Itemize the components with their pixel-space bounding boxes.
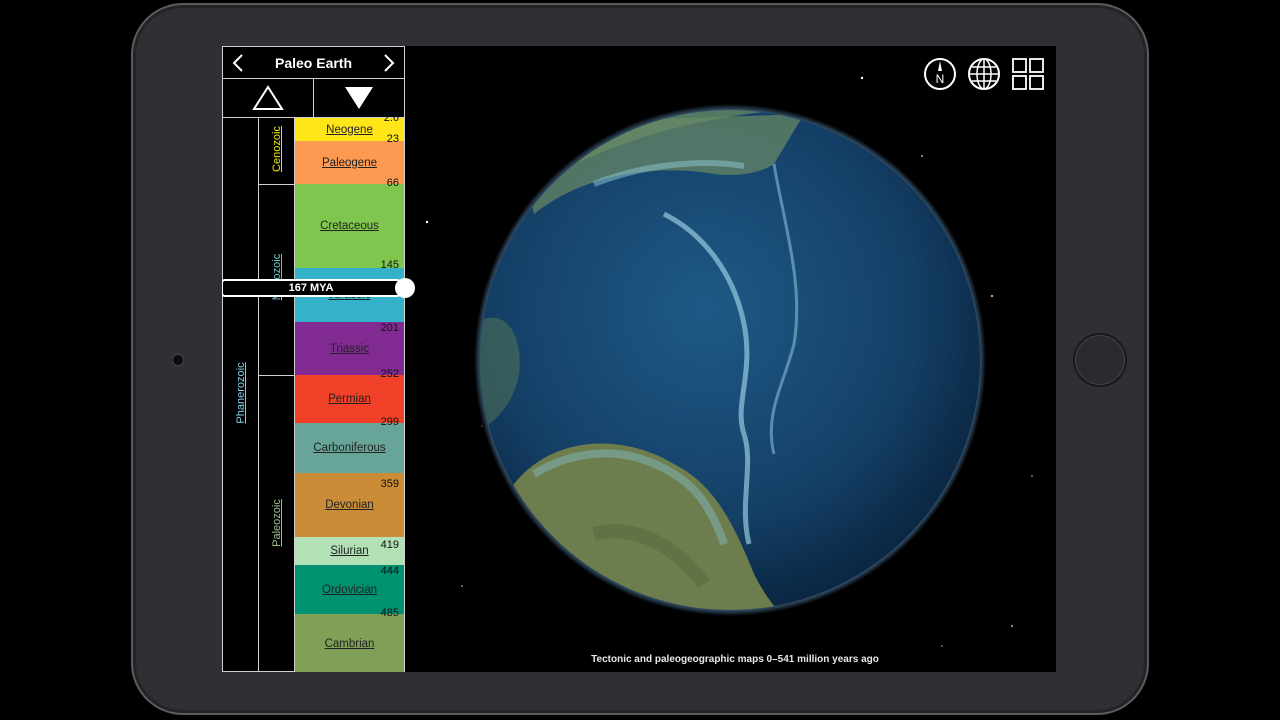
boundary-age-label: 2.6 — [383, 112, 399, 124]
paleo-globe[interactable] — [474, 104, 986, 616]
time-slider-label: 167 MYA — [288, 282, 334, 294]
chevron-right-icon[interactable] — [374, 47, 404, 78]
time-slider[interactable]: 167 MYA — [222, 279, 401, 297]
eon-label[interactable]: Phanerozoic — [235, 361, 247, 425]
boundary-age-label: 444 — [380, 565, 399, 577]
scroll-up-button[interactable] — [223, 79, 314, 117]
era-separator — [259, 375, 295, 376]
boundary-age-label: 66 — [386, 177, 399, 189]
camera — [172, 354, 184, 366]
eon-column-divider — [258, 118, 259, 671]
triangle-down-filled-icon — [345, 87, 373, 109]
geologic-timescale: Paleo Earth Phanerozoic Cenozoic Mesozoi… — [222, 46, 415, 672]
boundary-age-label: 201 — [380, 322, 399, 334]
era-label-mesozoic[interactable]: Mesozoic — [271, 246, 283, 308]
compass-north-icon[interactable]: N — [922, 56, 958, 92]
boundary-age-label: 419 — [380, 539, 399, 551]
app-title: Paleo Earth — [274, 54, 353, 71]
period-cambrian[interactable]: Cambrian — [295, 614, 404, 672]
boundary-age-label: 252 — [380, 368, 399, 380]
top-toolbar: N — [922, 56, 1046, 92]
home-button[interactable] — [1073, 333, 1127, 387]
era-separator — [259, 184, 295, 185]
period-carboniferous[interactable]: Carboniferous — [295, 423, 404, 473]
boundary-age-label: 359 — [380, 478, 399, 490]
triangle-up-outline-icon — [252, 85, 284, 110]
era-label-paleozoic[interactable]: Paleozoic — [271, 487, 283, 559]
boundary-age-label: 145 — [380, 259, 399, 271]
boundary-age-label: 299 — [380, 416, 399, 428]
time-slider-handle[interactable] — [395, 278, 415, 298]
svg-text:N: N — [936, 72, 945, 86]
period-cretaceous[interactable]: Cretaceous — [295, 184, 404, 268]
app-screen: Paleo Earth Phanerozoic Cenozoic Mesozoi… — [222, 46, 1056, 672]
globe-icon[interactable] — [966, 56, 1002, 92]
map-caption: Tectonic and paleogeographic maps 0–541 … — [591, 654, 879, 665]
era-label-cenozoic[interactable]: Cenozoic — [271, 120, 283, 178]
chevron-left-icon[interactable] — [223, 47, 253, 78]
boundary-age-label: 485 — [380, 607, 399, 619]
grid-icon[interactable] — [1010, 56, 1046, 92]
title-bar: Paleo Earth — [223, 47, 404, 79]
boundary-age-label: 23 — [386, 133, 399, 145]
